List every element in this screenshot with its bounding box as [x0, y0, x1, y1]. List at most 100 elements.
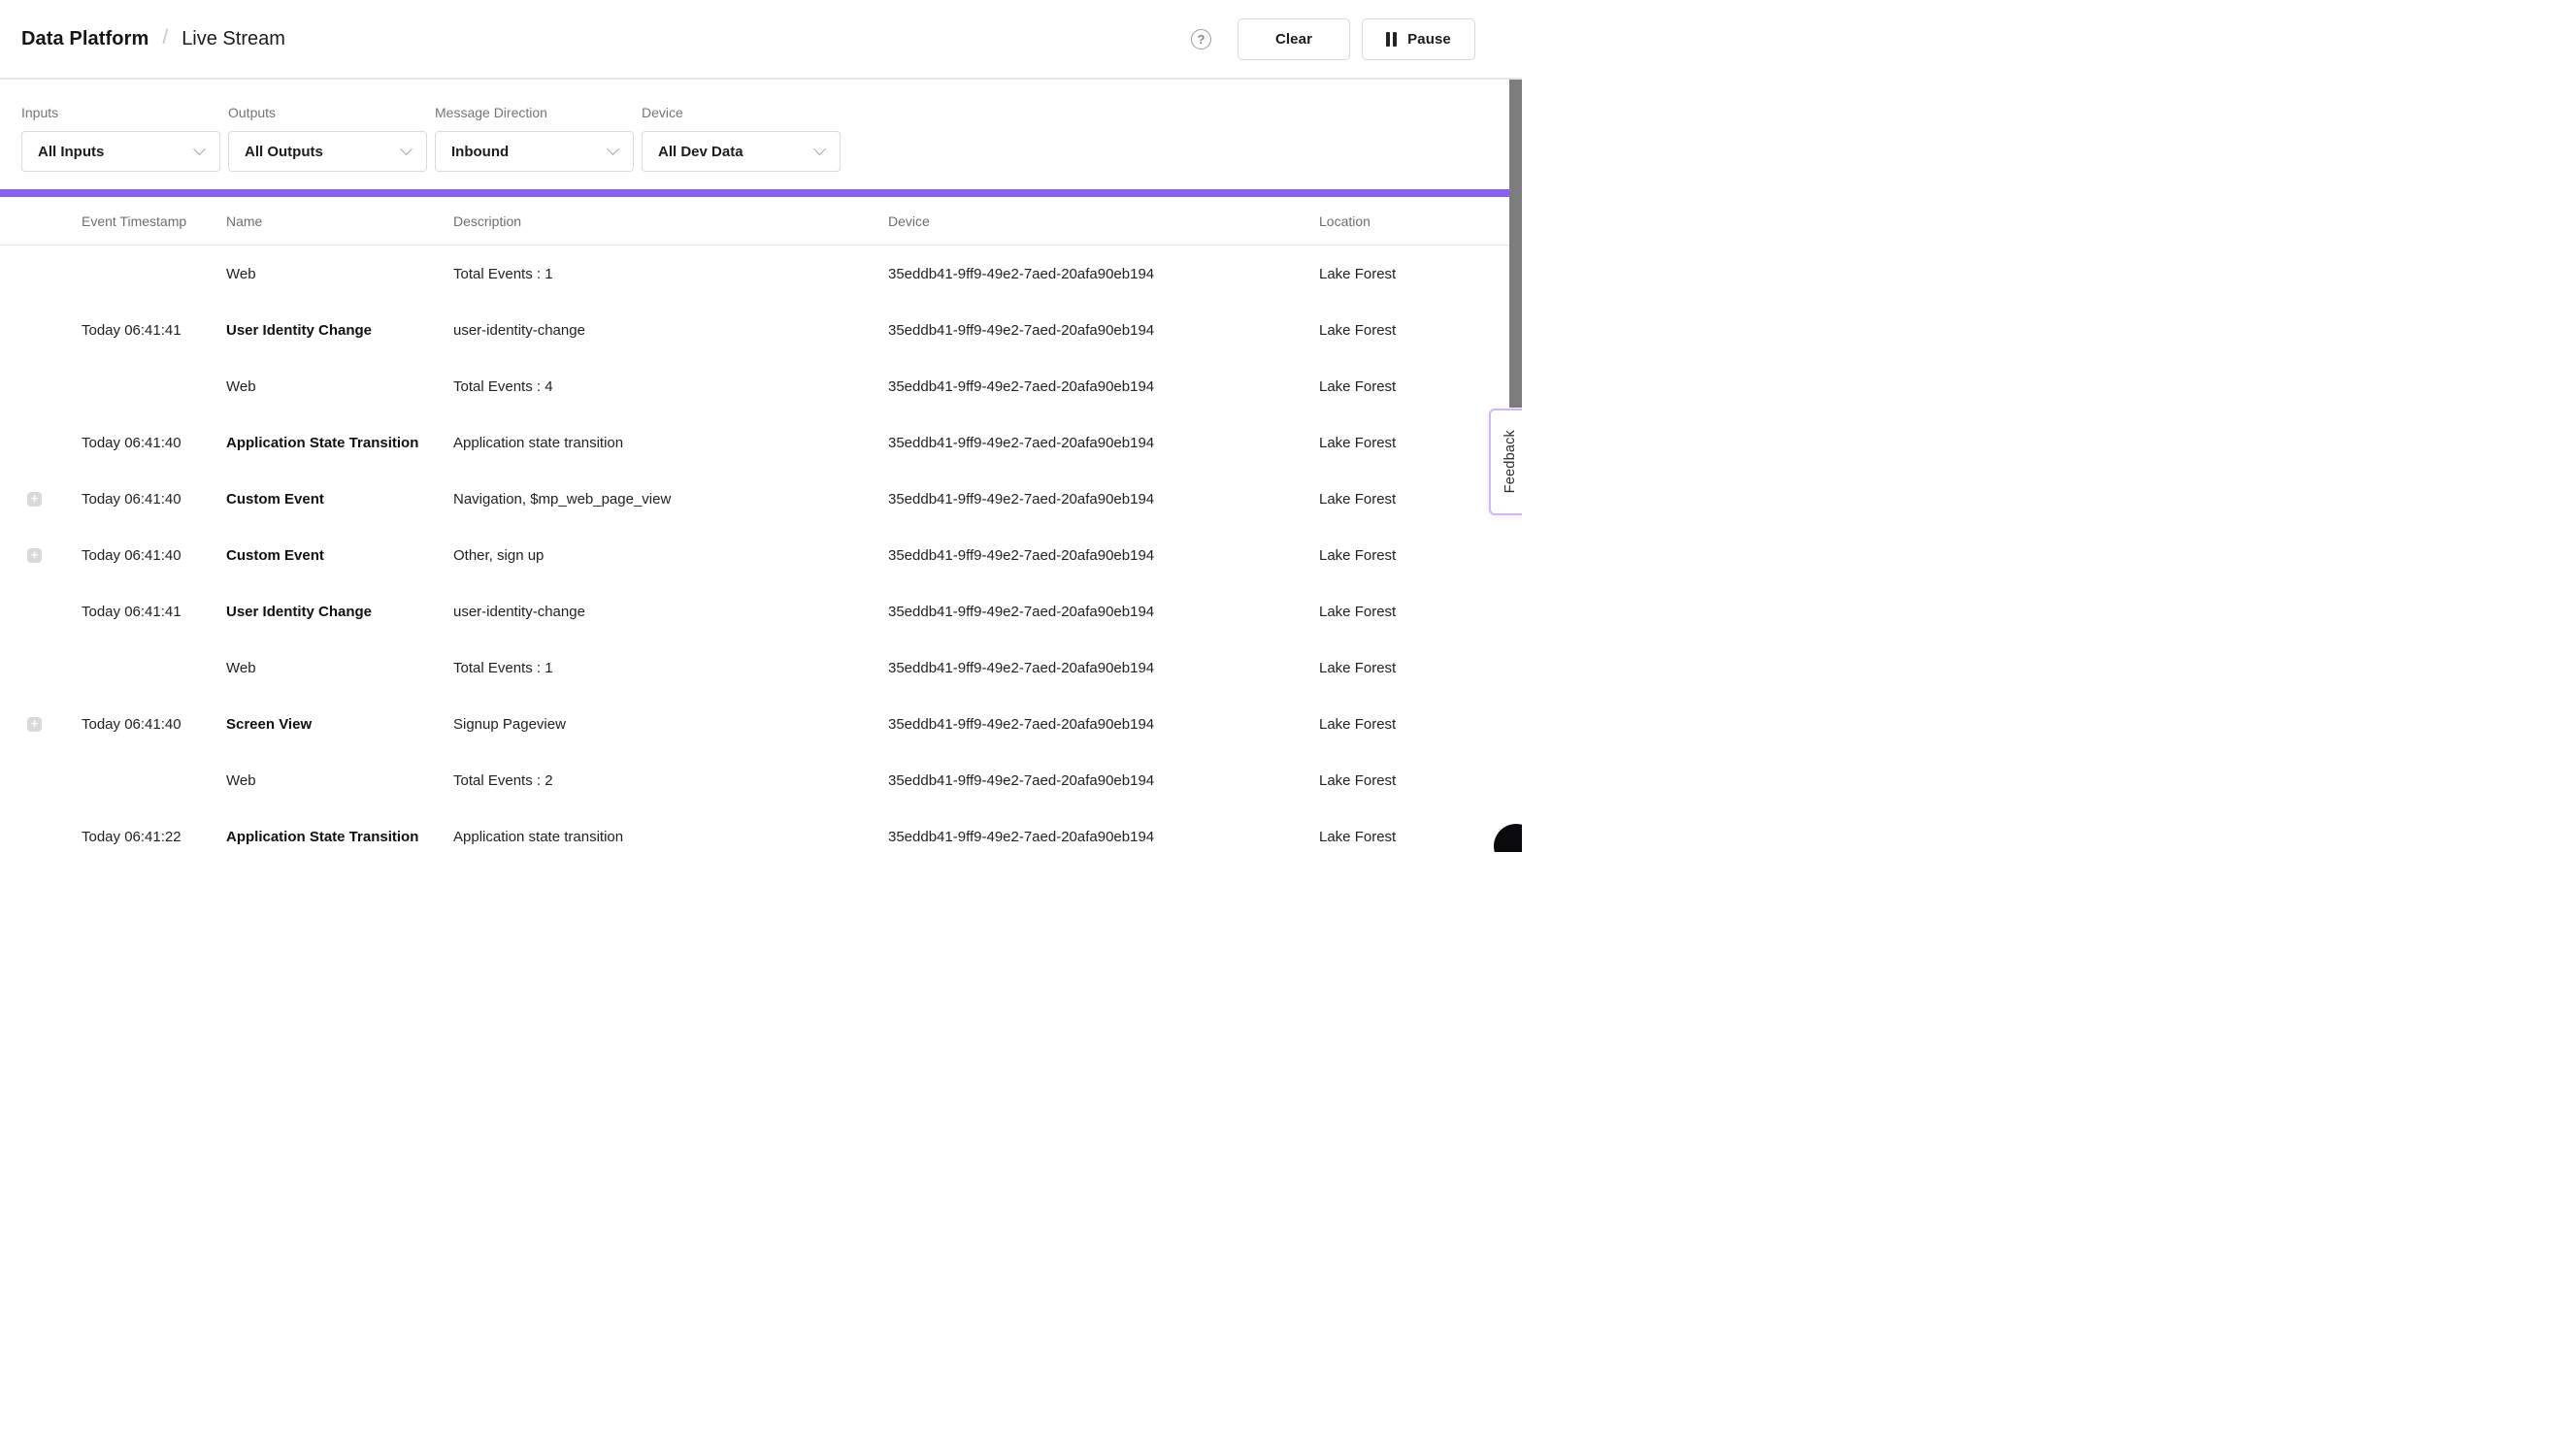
event-device-id: 35eddb41-9ff9-49e2-7aed-20afa90eb194 — [888, 322, 1319, 339]
event-timestamp: Today 06:41:40 — [82, 491, 226, 508]
chevron-down-icon — [607, 143, 619, 155]
column-header-device: Device — [888, 213, 1319, 229]
table-row: Today 06:41:41User Identity Changeuser-i… — [0, 583, 1522, 639]
table-row: +Today 06:41:40Screen ViewSignup Pagevie… — [0, 696, 1522, 752]
event-location: Lake Forest — [1319, 378, 1522, 395]
filter-group-message-direction: Message Direction Inbound — [435, 105, 634, 172]
event-name: Web — [226, 660, 453, 676]
filter-value-outputs: All Outputs — [245, 144, 323, 160]
clear-button[interactable]: Clear — [1238, 18, 1350, 60]
filter-group-outputs: Outputs All Outputs — [228, 105, 427, 172]
breadcrumb-data-platform[interactable]: Data Platform — [21, 28, 149, 50]
scrollbar-thumb[interactable] — [1509, 80, 1522, 408]
event-location: Lake Forest — [1319, 716, 1522, 733]
event-device-id: 35eddb41-9ff9-49e2-7aed-20afa90eb194 — [888, 604, 1319, 620]
page-title: Live Stream — [182, 28, 285, 50]
event-location: Lake Forest — [1319, 266, 1522, 282]
filter-label-message-direction: Message Direction — [435, 105, 634, 122]
filter-label-device: Device — [642, 105, 841, 122]
filter-value-message-direction: Inbound — [451, 144, 509, 160]
event-description: Other, sign up — [453, 547, 888, 564]
table-header-row: Event TimestampNameDescriptionDeviceLoca… — [0, 197, 1522, 246]
event-device-id: 35eddb41-9ff9-49e2-7aed-20afa90eb194 — [888, 660, 1319, 676]
event-description: Total Events : 2 — [453, 772, 888, 789]
event-description: user-identity-change — [453, 322, 888, 339]
pause-icon — [1386, 32, 1397, 47]
page-header: Data Platform / Live Stream ? Clear Paus… — [0, 0, 1522, 80]
event-name: Custom Event — [226, 547, 453, 564]
event-name: Screen View — [226, 716, 453, 733]
event-device-id: 35eddb41-9ff9-49e2-7aed-20afa90eb194 — [888, 266, 1319, 282]
table-row: WebTotal Events : 135eddb41-9ff9-49e2-7a… — [0, 639, 1522, 696]
chevron-down-icon — [193, 143, 206, 155]
event-timestamp: Today 06:41:40 — [82, 547, 226, 564]
expand-plus-icon[interactable]: + — [27, 717, 42, 732]
event-location: Lake Forest — [1319, 829, 1522, 845]
header-actions: ? Clear Pause — [1191, 18, 1475, 60]
event-name: Web — [226, 378, 453, 395]
table-row: WebTotal Events : 135eddb41-9ff9-49e2-7a… — [0, 246, 1522, 302]
table-row: WebTotal Events : 235eddb41-9ff9-49e2-7a… — [0, 752, 1522, 808]
filter-dropdown-device[interactable]: All Dev Data — [642, 131, 841, 172]
chevron-down-icon — [400, 143, 413, 155]
filter-label-inputs: Inputs — [21, 105, 220, 122]
event-timestamp: Today 06:41:22 — [82, 829, 226, 845]
expand-cell: + — [0, 548, 82, 563]
event-description: Application state transition — [453, 435, 888, 451]
table-row: + Today 06:41:40Custom EventOther, sign u… — [0, 527, 1522, 583]
expand-cell: + — [0, 717, 82, 732]
event-location: Lake Forest — [1319, 772, 1522, 789]
help-icon[interactable]: ? — [1191, 29, 1211, 49]
event-location: Lake Forest — [1319, 660, 1522, 676]
event-name: Application State Transition — [226, 829, 453, 845]
pause-button-label: Pause — [1407, 31, 1451, 48]
pause-button[interactable]: Pause — [1362, 18, 1475, 60]
expand-plus-icon[interactable]: + — [27, 548, 42, 563]
table-body: WebTotal Events : 135eddb41-9ff9-49e2-7a… — [0, 246, 1522, 852]
event-name: Web — [226, 772, 453, 789]
event-name: User Identity Change — [226, 322, 453, 339]
table-row: Today 06:41:22Application State Transiti… — [0, 808, 1522, 852]
event-description: Total Events : 1 — [453, 266, 888, 282]
table-row: WebTotal Events : 435eddb41-9ff9-49e2-7a… — [0, 358, 1522, 414]
event-description: Navigation, $mp_web_page_view — [453, 491, 888, 508]
event-name: Custom Event — [226, 491, 453, 508]
event-description: user-identity-change — [453, 604, 888, 620]
table-row: Today 06:41:41User Identity Changeuser-i… — [0, 302, 1522, 358]
expand-plus-icon[interactable]: + — [27, 492, 42, 507]
column-header-event-timestamp: Event Timestamp — [82, 213, 226, 229]
filter-group-inputs: Inputs All Inputs — [21, 105, 220, 172]
event-device-id: 35eddb41-9ff9-49e2-7aed-20afa90eb194 — [888, 491, 1319, 508]
event-name: Application State Transition — [226, 435, 453, 451]
event-timestamp: Today 06:41:41 — [82, 604, 226, 620]
event-description: Signup Pageview — [453, 716, 888, 733]
filter-dropdown-inputs[interactable]: All Inputs — [21, 131, 220, 172]
table-row: Today 06:41:40Application State Transiti… — [0, 414, 1522, 471]
table-row: + Today 06:41:40Custom EventNavigation, $… — [0, 471, 1522, 527]
feedback-tab-label: Feedback — [1503, 430, 1518, 493]
accent-divider — [0, 189, 1522, 197]
event-device-id: 35eddb41-9ff9-49e2-7aed-20afa90eb194 — [888, 716, 1319, 733]
event-timestamp: Today 06:41:40 — [82, 435, 226, 451]
event-description: Total Events : 4 — [453, 378, 888, 395]
column-header-name: Name — [226, 213, 453, 229]
column-header-location: Location — [1319, 213, 1522, 229]
event-device-id: 35eddb41-9ff9-49e2-7aed-20afa90eb194 — [888, 435, 1319, 451]
event-name: Web — [226, 266, 453, 282]
event-device-id: 35eddb41-9ff9-49e2-7aed-20afa90eb194 — [888, 772, 1319, 789]
live-stream-page: Data Platform / Live Stream ? Clear Paus… — [0, 0, 1522, 852]
filter-dropdown-outputs[interactable]: All Outputs — [228, 131, 427, 172]
filter-dropdown-message-direction[interactable]: Inbound — [435, 131, 634, 172]
event-device-id: 35eddb41-9ff9-49e2-7aed-20afa90eb194 — [888, 829, 1319, 845]
event-name: User Identity Change — [226, 604, 453, 620]
events-table: Event TimestampNameDescriptionDeviceLoca… — [0, 197, 1522, 852]
event-timestamp: Today 06:41:41 — [82, 322, 226, 339]
chevron-down-icon — [813, 143, 826, 155]
feedback-tab[interactable]: Feedback — [1489, 409, 1522, 515]
filter-group-device: Device All Dev Data — [642, 105, 841, 172]
event-description: Total Events : 1 — [453, 660, 888, 676]
event-location: Lake Forest — [1319, 547, 1522, 564]
column-header-description: Description — [453, 213, 888, 229]
filter-label-outputs: Outputs — [228, 105, 427, 122]
breadcrumb-separator: / — [162, 26, 168, 49]
